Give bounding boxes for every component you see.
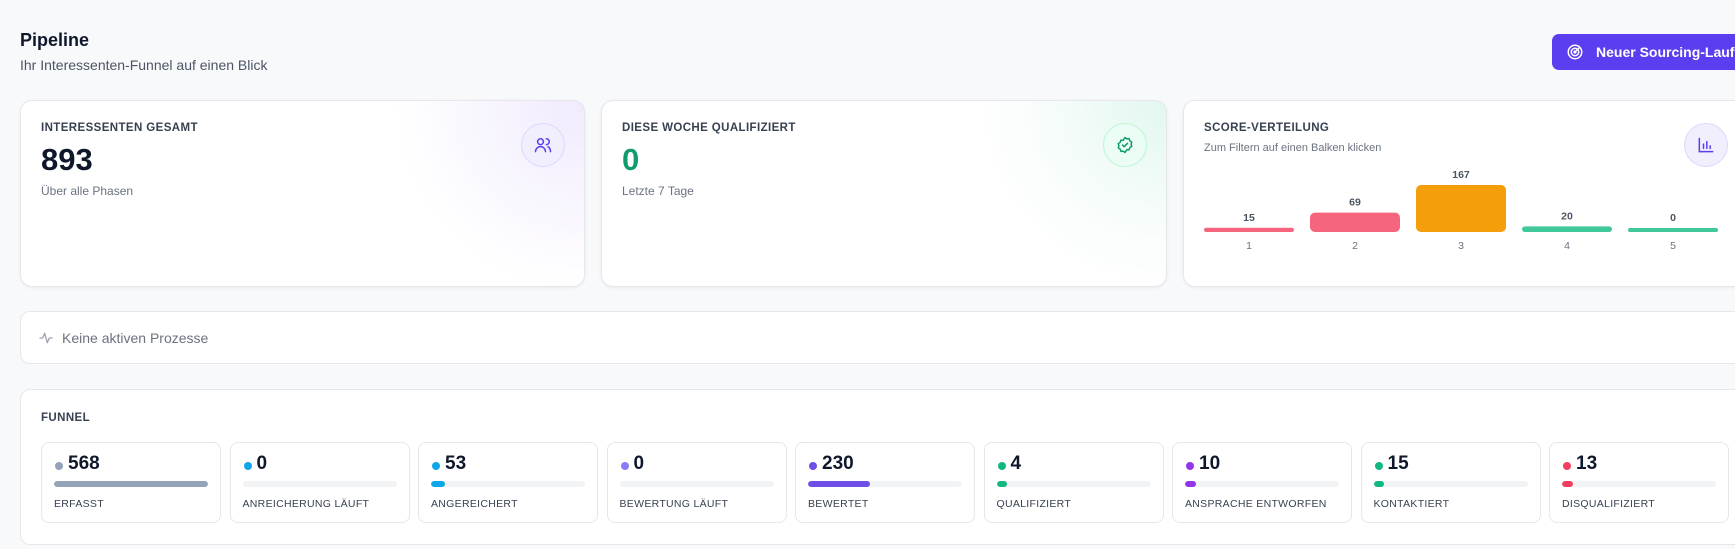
activity-icon [38, 330, 54, 346]
page-subtitle: Ihr Interessenten-Funnel auf einen Blick [20, 57, 268, 73]
stage-progress-fill [1562, 481, 1573, 487]
stage-count: 568 [68, 453, 100, 474]
funnel-title: FUNNEL [41, 412, 91, 424]
stage-count: 15 [1387, 453, 1409, 474]
stat-card-score: SCORE-VERTEILUNG Zum Filtern auf einen B… [1183, 100, 1735, 287]
stage-progress-fill [431, 481, 446, 487]
stage-progress-track [996, 481, 1151, 487]
users-icon [521, 123, 565, 167]
funnel-stage-tile[interactable]: 15 KONTAKTIERT [1360, 442, 1541, 523]
stat-label: SCORE-VERTEILUNG [1204, 122, 1330, 134]
stage-progress-fill [1185, 481, 1196, 487]
process-status-text: Keine aktiven Prozesse [62, 329, 209, 346]
new-sourcing-run-label: Neuer Sourcing-Lauf [1596, 44, 1735, 60]
stage-color-dot [620, 462, 629, 470]
stage-label: ANSPRACHE ENTWORFEN [1185, 498, 1327, 510]
score-bar-value: 167 [1452, 171, 1470, 181]
stage-progress-track [1562, 481, 1716, 487]
stage-label: BEWERTUNG LÄUFT [619, 498, 729, 510]
stage-label: ANGEREICHERT [431, 498, 518, 510]
score-bar-category: 2 [1352, 240, 1358, 252]
score-bar-category: 5 [1670, 240, 1676, 252]
stage-color-dot [1374, 462, 1383, 470]
score-bar-value: 69 [1349, 197, 1361, 209]
score-bar-value: 0 [1670, 212, 1676, 224]
stage-progress-track [808, 481, 962, 487]
funnel-stage-tile[interactable]: 0 ANREICHERUNG LÄUFT [229, 442, 410, 523]
score-bar-category: 4 [1564, 240, 1570, 252]
stage-count: 4 [1010, 453, 1022, 474]
page-header: Pipeline Ihr Interessenten-Funnel auf ei… [20, 30, 267, 73]
stage-progress-track [619, 481, 774, 487]
process-status-bar: Keine aktiven Prozesse [20, 311, 1735, 364]
score-bar-value: 20 [1561, 210, 1573, 222]
score-chart: 15 1 69 2 167 3 20 4 0 5 [1204, 171, 1718, 252]
stage-color-dot [432, 462, 440, 470]
stage-progress-track [431, 481, 585, 487]
stat-hint: Zum Filtern auf einen Balken klicken [1204, 142, 1382, 154]
score-bar-category: 3 [1458, 240, 1464, 252]
score-bar-1[interactable] [1204, 227, 1294, 232]
stage-progress-track [54, 481, 208, 487]
stage-color-dot [997, 462, 1006, 470]
stage-progress-track [242, 481, 397, 487]
stage-label: ANREICHERUNG LÄUFT [242, 498, 370, 510]
stage-color-dot [809, 462, 817, 470]
stage-count: 10 [1199, 453, 1221, 474]
stage-label: ERFASST [54, 498, 104, 510]
stage-progress-fill [54, 481, 208, 487]
score-bar-5[interactable] [1628, 228, 1718, 232]
stage-color-dot [243, 462, 252, 470]
stage-count: 230 [822, 453, 854, 474]
stat-card-week: DIESE WOCHE QUALIFIZIERT 0 Letzte 7 Tage [601, 100, 1167, 287]
page-title: Pipeline [20, 30, 90, 50]
radar-icon [1566, 43, 1584, 61]
bar-chart-icon[interactable] [1684, 123, 1728, 167]
stat-sub: Über alle Phasen [41, 184, 134, 198]
funnel-stage-tile[interactable]: 53 ANGEREICHERT [418, 442, 598, 523]
funnel-stage-tile[interactable]: 230 BEWERTET [795, 442, 975, 523]
score-bar-3[interactable] [1416, 185, 1506, 232]
badge-check-icon [1103, 123, 1147, 167]
stage-progress-fill [1373, 481, 1385, 487]
stage-progress-track [1373, 481, 1528, 487]
stat-value: 893 [41, 142, 93, 177]
stage-color-dot [1563, 462, 1571, 470]
new-sourcing-run-button[interactable]: Neuer Sourcing-Lauf [1552, 34, 1735, 70]
funnel-stage-tile[interactable]: 568 ERFASST [41, 442, 221, 523]
funnel-panel: FUNNEL 568 ERFASST 0 ANREICHERUNG LÄUFT 53 AN… [20, 389, 1735, 545]
stage-label: QUALIFIZIERT [996, 498, 1072, 510]
stat-label: INTERESSENTEN GESAMT [41, 122, 198, 134]
stage-color-dot [55, 462, 63, 470]
stat-label: DIESE WOCHE QUALIFIZIERT [622, 122, 796, 134]
stage-count: 0 [633, 453, 645, 474]
funnel-stage-tile[interactable]: 0 BEWERTUNG LÄUFT [606, 442, 787, 523]
stage-count: 0 [256, 453, 268, 474]
funnel-stage-tile[interactable]: 13 DISQUALIFIZIERT [1549, 442, 1729, 523]
stage-progress-fill [808, 481, 871, 487]
stage-progress-track [1185, 481, 1339, 487]
stage-count: 53 [445, 453, 467, 474]
funnel-stage-tile[interactable]: 4 QUALIFIZIERT [983, 442, 1164, 523]
score-bar-4[interactable] [1522, 226, 1612, 232]
stage-progress-fill [996, 481, 1008, 487]
score-bar-2[interactable] [1310, 212, 1400, 232]
stat-value: 0 [622, 142, 640, 177]
stage-color-dot [1186, 462, 1194, 470]
stat-sub: Letzte 7 Tage [622, 184, 694, 198]
stat-card-total: INTERESSENTEN GESAMT 893 Über alle Phase… [20, 100, 585, 287]
score-bar-value: 15 [1243, 212, 1255, 224]
funnel-stage-tile[interactable]: 10 ANSPRACHE ENTWORFEN [1172, 442, 1352, 523]
stage-label: DISQUALIFIZIERT [1562, 498, 1655, 510]
stage-label: KONTAKTIERT [1373, 498, 1450, 510]
stage-label: BEWERTET [808, 498, 869, 510]
stage-count: 13 [1576, 453, 1598, 474]
score-bar-category: 1 [1246, 240, 1252, 252]
